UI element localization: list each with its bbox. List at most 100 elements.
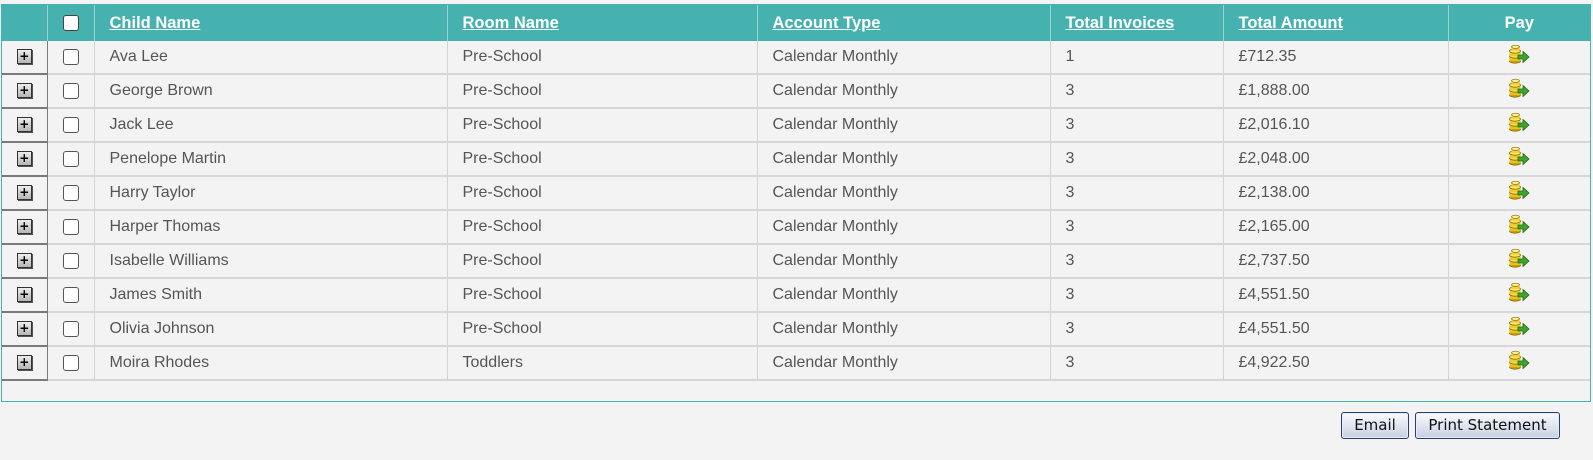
select-cell — [47, 142, 95, 177]
table-row: + Penelope Martin Pre-School Calendar Mo… — [2, 142, 1590, 177]
table-row: + Harry Taylor Pre-School Calendar Month… — [2, 176, 1590, 211]
select-cell — [47, 278, 95, 313]
room-name-cell: Toddlers — [447, 346, 758, 381]
total-invoices-cell: 3 — [1050, 108, 1224, 143]
row-checkbox[interactable] — [62, 116, 79, 133]
row-checkbox[interactable] — [62, 218, 79, 235]
coins-arrow-icon[interactable] — [1508, 214, 1530, 240]
total-invoices-cell: 3 — [1050, 210, 1224, 245]
coins-arrow-icon[interactable] — [1508, 180, 1530, 206]
total-invoices-cell: 3 — [1050, 278, 1224, 313]
account-type-cell: Calendar Monthly — [757, 312, 1051, 347]
expand-row-button[interactable]: + — [16, 287, 32, 303]
sort-total-amount-link[interactable]: Total Amount — [1239, 14, 1343, 32]
child-name-cell: Jack Lee — [94, 108, 448, 143]
pay-cell — [1448, 41, 1590, 75]
select-cell — [47, 244, 95, 279]
table-row: + Ava Lee Pre-School Calendar Monthly 1 … — [2, 41, 1590, 75]
invoice-table: Child Name Room Name Account Type Total … — [2, 5, 1590, 381]
total-invoices-cell: 1 — [1050, 41, 1224, 75]
email-button[interactable]: Email — [1341, 412, 1409, 439]
select-cell — [47, 176, 95, 211]
total-amount-cell: £4,551.50 — [1223, 278, 1449, 313]
coins-arrow-icon[interactable] — [1508, 282, 1530, 308]
header-total-invoices: Total Invoices — [1050, 5, 1224, 41]
header-pay: Pay — [1448, 5, 1590, 41]
row-checkbox[interactable] — [62, 286, 79, 303]
account-type-cell: Calendar Monthly — [757, 210, 1051, 245]
row-checkbox[interactable] — [62, 252, 79, 269]
pay-cell — [1448, 278, 1590, 313]
sort-room-name-link[interactable]: Room Name — [463, 14, 559, 32]
room-name-cell: Pre-School — [447, 278, 758, 313]
sort-total-invoices-link[interactable]: Total Invoices — [1066, 14, 1175, 32]
table-row: + George Brown Pre-School Calendar Month… — [2, 74, 1590, 109]
child-name-cell: George Brown — [94, 74, 448, 109]
expand-row-button[interactable]: + — [16, 83, 32, 99]
expand-row-button[interactable]: + — [16, 219, 32, 235]
coins-arrow-icon[interactable] — [1508, 316, 1530, 342]
expand-cell: + — [2, 176, 48, 211]
header-child-name: Child Name — [94, 5, 448, 41]
expand-cell: + — [2, 278, 48, 313]
total-amount-cell: £2,138.00 — [1223, 176, 1449, 211]
select-cell — [47, 210, 95, 245]
table-body: + Ava Lee Pre-School Calendar Monthly 1 … — [2, 41, 1590, 381]
coins-arrow-icon[interactable] — [1508, 146, 1530, 172]
child-name-cell: James Smith — [94, 278, 448, 313]
select-cell — [47, 108, 95, 143]
table-header-row: Child Name Room Name Account Type Total … — [2, 5, 1590, 41]
row-checkbox[interactable] — [62, 184, 79, 201]
row-checkbox[interactable] — [62, 48, 79, 65]
pay-cell — [1448, 176, 1590, 211]
account-type-cell: Calendar Monthly — [757, 244, 1051, 279]
expand-row-button[interactable]: + — [16, 151, 32, 167]
room-name-cell: Pre-School — [447, 244, 758, 279]
coins-arrow-icon[interactable] — [1508, 44, 1530, 70]
expand-row-button[interactable]: + — [16, 321, 32, 337]
sort-account-type-link[interactable]: Account Type — [773, 14, 881, 32]
total-invoices-cell: 3 — [1050, 244, 1224, 279]
row-checkbox[interactable] — [62, 320, 79, 337]
expand-row-button[interactable]: + — [16, 185, 32, 201]
child-name-cell: Moira Rhodes — [94, 346, 448, 381]
pay-cell — [1448, 210, 1590, 245]
sort-child-name-link[interactable]: Child Name — [110, 14, 201, 32]
total-amount-cell: £2,737.50 — [1223, 244, 1449, 279]
select-cell — [47, 41, 95, 75]
expand-cell: + — [2, 74, 48, 109]
expand-row-button[interactable]: + — [16, 355, 32, 371]
select-all-checkbox[interactable] — [62, 15, 79, 32]
expand-cell: + — [2, 108, 48, 143]
total-amount-cell: £2,016.10 — [1223, 108, 1449, 143]
table-row: + James Smith Pre-School Calendar Monthl… — [2, 278, 1590, 313]
table-row: + Olivia Johnson Pre-School Calendar Mon… — [2, 312, 1590, 347]
expand-row-button[interactable]: + — [16, 49, 32, 65]
total-amount-cell: £4,922.50 — [1223, 346, 1449, 381]
select-cell — [47, 74, 95, 109]
coins-arrow-icon[interactable] — [1508, 78, 1530, 104]
row-checkbox[interactable] — [62, 150, 79, 167]
total-amount-cell: £2,048.00 — [1223, 142, 1449, 177]
room-name-cell: Pre-School — [447, 108, 758, 143]
coins-arrow-icon[interactable] — [1508, 350, 1530, 376]
coins-arrow-icon[interactable] — [1508, 112, 1530, 138]
print-statement-button[interactable]: Print Statement — [1415, 412, 1560, 439]
expand-cell: + — [2, 312, 48, 347]
room-name-cell: Pre-School — [447, 176, 758, 211]
room-name-cell: Pre-School — [447, 210, 758, 245]
room-name-cell: Pre-School — [447, 142, 758, 177]
child-name-cell: Penelope Martin — [94, 142, 448, 177]
pay-cell — [1448, 244, 1590, 279]
coins-arrow-icon[interactable] — [1508, 248, 1530, 274]
account-type-cell: Calendar Monthly — [757, 108, 1051, 143]
expand-row-button[interactable]: + — [16, 117, 32, 133]
child-name-cell: Olivia Johnson — [94, 312, 448, 347]
header-room-name: Room Name — [447, 5, 758, 41]
row-checkbox[interactable] — [62, 354, 79, 371]
total-amount-cell: £4,551.50 — [1223, 312, 1449, 347]
expand-row-button[interactable]: + — [16, 253, 32, 269]
account-type-cell: Calendar Monthly — [757, 278, 1051, 313]
row-checkbox[interactable] — [62, 82, 79, 99]
total-amount-cell: £712.35 — [1223, 41, 1449, 75]
